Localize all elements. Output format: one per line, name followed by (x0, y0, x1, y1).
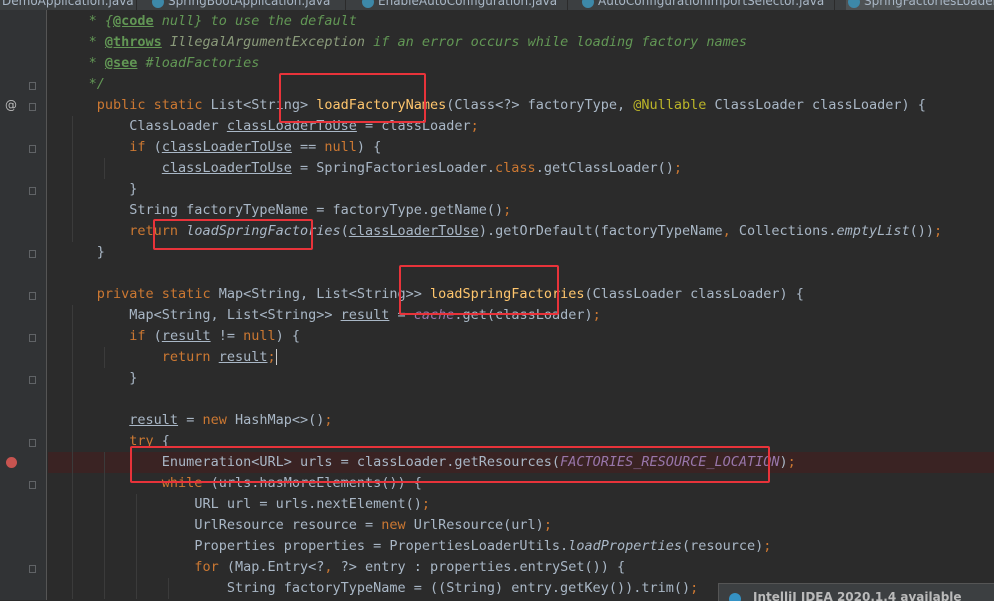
code-line[interactable]: classLoaderToUse = SpringFactoriesLoader… (48, 158, 994, 179)
code-line[interactable]: */ (48, 74, 994, 95)
text-caret (275, 349, 277, 365)
code-line[interactable]: if (classLoaderToUse == null) { (48, 137, 994, 158)
code-line[interactable]: * {@code null} to use the default (48, 11, 994, 32)
override-marker-icon[interactable]: @ (5, 98, 17, 112)
fold-marker-icon[interactable] (29, 439, 36, 447)
tab-demo-application[interactable]: DemoApplication.java (0, 0, 134, 10)
java-class-icon (362, 0, 374, 8)
highlight-box-loadFactoryNames (279, 73, 426, 123)
highlight-box-loadSpringFactories-call (153, 219, 313, 250)
notification-text: IntelliJ IDEA 2020.1.4 available (753, 590, 962, 601)
tab-springboot-application[interactable]: SpringBootApplication.java (150, 0, 330, 10)
tab-divider (136, 0, 137, 10)
tab-divider (567, 0, 568, 10)
fold-marker-icon[interactable] (29, 376, 36, 384)
code-line[interactable]: } (48, 179, 994, 200)
fold-marker-icon[interactable] (29, 187, 36, 195)
tab-divider (834, 0, 835, 10)
fold-marker-icon[interactable] (29, 250, 36, 258)
fold-marker-icon[interactable] (29, 82, 36, 90)
fold-marker-icon[interactable] (29, 334, 36, 342)
code-line[interactable]: public static List<String> loadFactoryNa… (48, 95, 994, 116)
fold-marker-icon[interactable] (29, 292, 36, 300)
fold-marker-icon[interactable] (29, 145, 36, 153)
gutter-divider (46, 10, 47, 600)
java-class-icon (848, 0, 860, 8)
highlight-box-loadSpringFactories-def (399, 265, 559, 315)
code-line[interactable]: if (result != null) { (48, 326, 994, 347)
update-notification[interactable]: IntelliJ IDEA 2020.1.4 available (718, 583, 994, 601)
code-line[interactable]: return result; (48, 347, 994, 368)
code-line[interactable]: } (48, 368, 994, 389)
code-line[interactable]: ClassLoader classLoaderToUse = classLoad… (48, 116, 994, 137)
code-line[interactable]: * @see #loadFactories (48, 53, 994, 74)
code-line[interactable] (48, 389, 994, 410)
highlight-box-getResources (130, 446, 770, 483)
code-line[interactable]: * @throws IllegalArgumentException if an… (48, 32, 994, 53)
tab-divider (345, 0, 346, 10)
java-class-icon (152, 0, 164, 8)
code-line[interactable]: for (Map.Entry<?, ?> entry : properties.… (48, 557, 994, 578)
tab-enable-auto-configuration[interactable]: EnableAutoConfiguration.java (360, 0, 557, 10)
fold-marker-icon[interactable] (29, 481, 36, 489)
code-line[interactable]: Properties properties = PropertiesLoader… (48, 536, 994, 557)
tab-auto-configuration-import-selector[interactable]: AutoConfigurationImportSelector.java (580, 0, 824, 10)
fold-marker-icon[interactable] (29, 103, 36, 111)
code-line[interactable]: result = new HashMap<>(); (48, 410, 994, 431)
tab-spring-factories-loader[interactable]: SpringFactoriesLoader (846, 0, 994, 10)
fold-marker-icon[interactable] (29, 565, 36, 573)
code-line[interactable]: String factoryTypeName = factoryType.get… (48, 200, 994, 221)
editor-tab-bar: DemoApplication.java SpringBootApplicati… (0, 0, 994, 10)
code-line[interactable]: URL url = urls.nextElement(); (48, 494, 994, 515)
java-class-icon (582, 0, 594, 8)
breakpoint-icon[interactable] (6, 457, 17, 468)
code-line[interactable]: UrlResource resource = new UrlResource(u… (48, 515, 994, 536)
